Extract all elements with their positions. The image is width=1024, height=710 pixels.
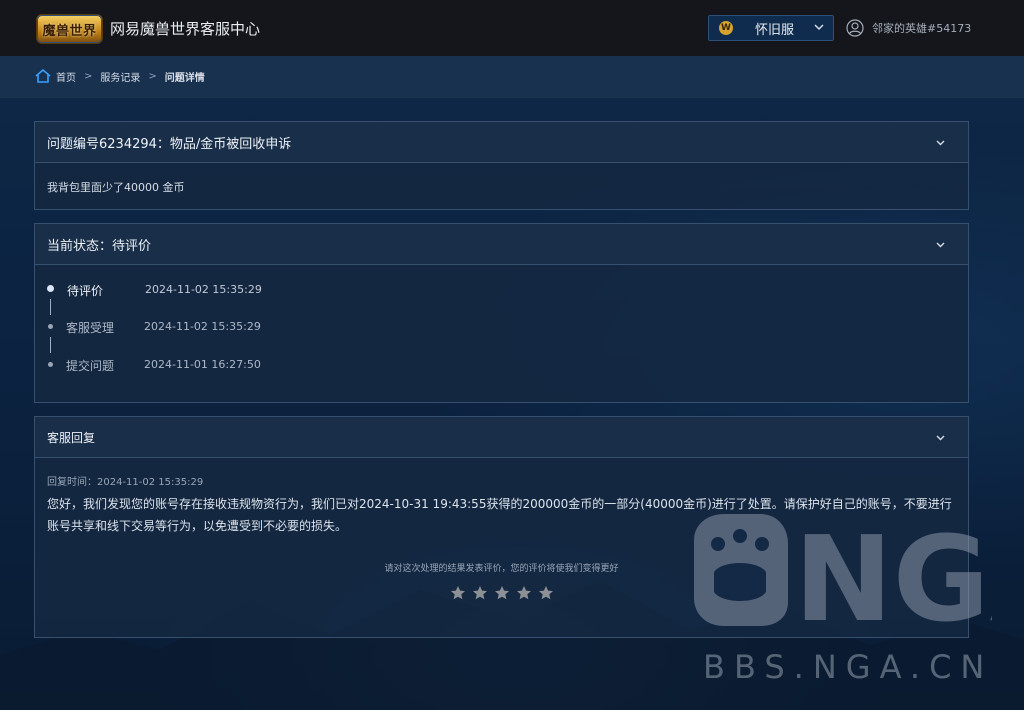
username: 邻家的英雄#54173 bbox=[872, 22, 972, 35]
reply-title: 客服回复 bbox=[47, 430, 96, 445]
breadcrumb: 首页 > 服务记录 > 问题详情 bbox=[34, 68, 205, 84]
rating-star-icon[interactable] bbox=[450, 585, 466, 601]
timeline-time: 2024-11-02 15:35:29 bbox=[144, 320, 261, 333]
breadcrumb-service-records[interactable]: 服务记录 bbox=[100, 69, 140, 84]
timeline-time: 2024-11-01 16:27:50 bbox=[144, 358, 261, 371]
rating-stars bbox=[450, 585, 554, 601]
user-menu[interactable]: 邻家的英雄#54173 bbox=[846, 19, 971, 37]
rating-star-icon[interactable] bbox=[494, 585, 510, 601]
chevron-down-icon[interactable] bbox=[935, 432, 946, 443]
timeline-dot-active bbox=[47, 285, 54, 292]
timeline-connector bbox=[50, 299, 51, 315]
watermark-url: BBS.NGA.CN bbox=[703, 648, 994, 686]
issue-title: 问题编号6234294：物品/金币被回收申诉 bbox=[47, 136, 292, 152]
issue-panel: 问题编号6234294：物品/金币被回收申诉 我背包里面少了40000 金币 bbox=[34, 121, 969, 210]
breadcrumb-current: 问题详情 bbox=[164, 72, 205, 84]
status-timeline: 待评价 2024-11-02 15:35:29 客服受理 2024-11-02 … bbox=[35, 265, 968, 402]
chevron-down-icon bbox=[814, 24, 824, 31]
timeline-label: 提交问题 bbox=[66, 359, 115, 373]
user-avatar-icon bbox=[846, 19, 864, 37]
reply-time: 回复时间：2024-11-02 15:35:29 bbox=[47, 477, 204, 488]
logo-text: 魔兽世界 bbox=[42, 23, 97, 39]
rating-star-icon[interactable] bbox=[472, 585, 488, 601]
timeline-time: 2024-11-02 15:35:29 bbox=[145, 283, 262, 296]
timeline-connector bbox=[50, 337, 51, 353]
chevron-down-icon[interactable] bbox=[935, 239, 946, 250]
timeline-label: 待评价 bbox=[67, 284, 104, 298]
server-select[interactable]: W 怀旧服 bbox=[708, 15, 834, 41]
nga-watermark-logo: NGA bbox=[694, 510, 992, 628]
wow-classic-icon: W bbox=[719, 21, 733, 35]
issue-description: 我背包里面少了40000 金币 bbox=[47, 181, 185, 194]
wow-logo[interactable]: 魔兽世界 bbox=[36, 14, 103, 44]
chevron-down-icon[interactable] bbox=[935, 137, 946, 148]
svg-text:NGA: NGA bbox=[794, 510, 992, 628]
timeline-dot bbox=[48, 324, 53, 329]
rating-star-icon[interactable] bbox=[538, 585, 554, 601]
breadcrumb-separator: > bbox=[84, 70, 93, 82]
home-icon[interactable] bbox=[34, 68, 52, 84]
breadcrumb-home[interactable]: 首页 bbox=[56, 69, 76, 84]
server-select-label: 怀旧服 bbox=[755, 22, 795, 38]
rating-star-icon[interactable] bbox=[516, 585, 532, 601]
breadcrumb-bar: 首页 > 服务记录 > 问题详情 bbox=[0, 56, 1024, 98]
status-title: 当前状态：待评价 bbox=[47, 238, 152, 254]
issue-panel-header[interactable]: 问题编号6234294：物品/金币被回收申诉 bbox=[35, 122, 968, 163]
status-panel-header[interactable]: 当前状态：待评价 bbox=[35, 224, 968, 265]
site-title: 网易魔兽世界客服中心 bbox=[110, 20, 261, 38]
timeline-label: 客服受理 bbox=[66, 321, 115, 335]
reply-panel-header[interactable]: 客服回复 bbox=[35, 417, 968, 458]
status-panel: 当前状态：待评价 待评价 2024-11-02 15:35:29 客服受理 20… bbox=[34, 223, 969, 403]
top-bar: 魔兽世界 网易魔兽世界客服中心 W 怀旧服 邻家的英雄#54173 bbox=[0, 0, 1024, 56]
timeline-dot bbox=[48, 362, 53, 367]
breadcrumb-separator: > bbox=[148, 70, 157, 82]
